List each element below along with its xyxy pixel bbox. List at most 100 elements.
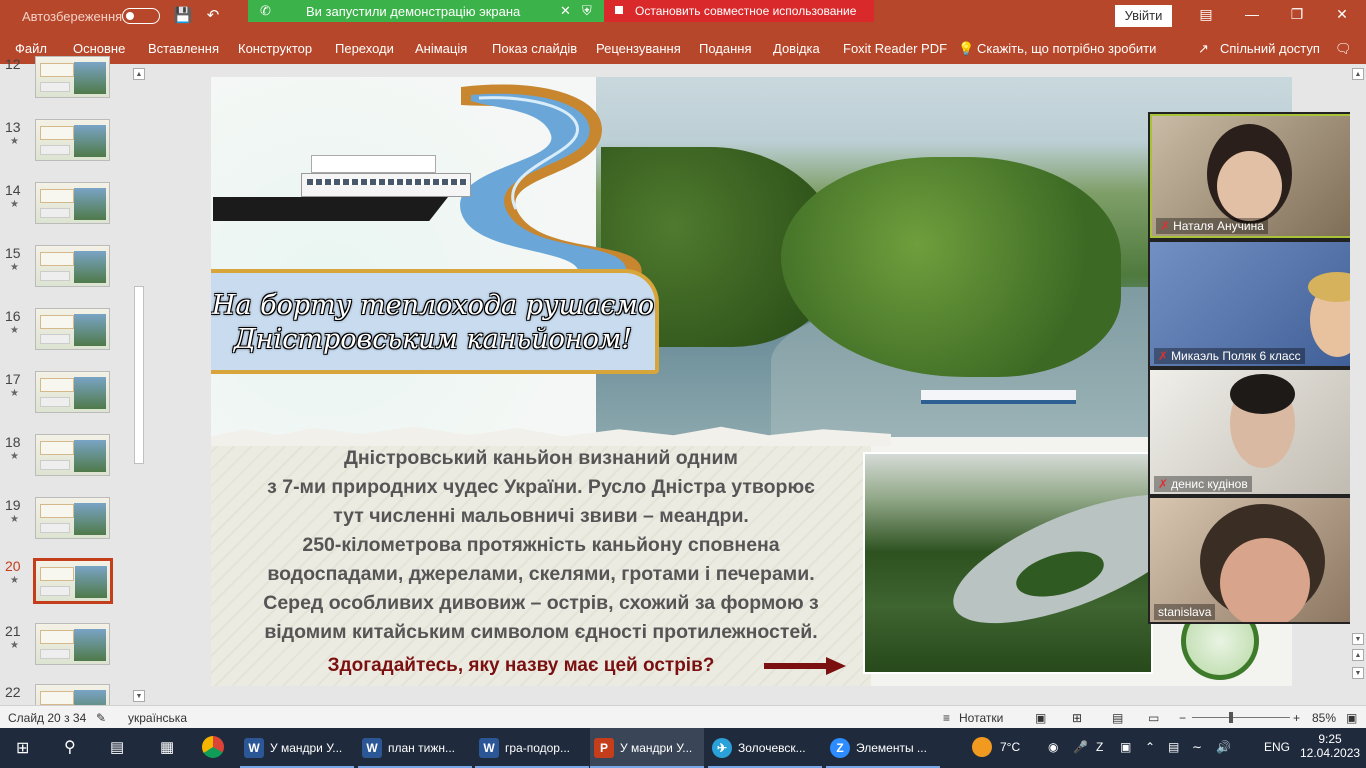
taskbar-item-word-1[interactable]: W У мандри У... [240,728,354,768]
tab-foxit[interactable]: Foxit Reader PDF [843,41,947,56]
calculator-icon[interactable]: ▦ [160,738,174,756]
slide-20[interactable]: На борту теплохода рушаємо Дністровським… [211,77,1292,686]
tab-slideshow[interactable]: Показ слайдів [492,41,577,56]
clock[interactable]: 9:25 12.04.2023 [1300,732,1360,760]
share-button[interactable]: Спільний доступ [1220,41,1320,56]
taskbar-item-zoom[interactable]: Z Элементы ... [826,728,940,768]
slide-thumbnail[interactable] [35,56,110,98]
participant-tile[interactable]: ✗ денис кудінов [1150,370,1362,494]
spellcheck-icon[interactable]: ✎ [96,711,106,725]
slide-thumb-17[interactable]: 17 ★ [0,371,130,421]
zoom-slider[interactable] [1192,717,1290,718]
autosave-toggle[interactable] [122,8,160,24]
ribbon-display-icon[interactable]: ▤ [1194,6,1218,26]
comments-icon[interactable]: 🗨 [1335,41,1352,57]
next-slide-icon[interactable]: ▼ [1352,667,1364,679]
search-icon[interactable]: ⚲ [64,737,76,757]
task-label: У мандри У... [620,741,693,755]
zoom-out-icon[interactable]: − [1179,711,1186,725]
slideshow-icon[interactable]: ▭ [1148,711,1159,725]
zoom-slider-thumb[interactable] [1229,712,1233,723]
taskbar-item-telegram[interactable]: ✈ Золочевск... [708,728,822,768]
slide-thumbnail[interactable] [33,558,113,604]
tab-view[interactable]: Подання [699,41,752,56]
stop-sharing-button[interactable]: Остановить совместное использование [604,0,874,22]
slide-thumb-12[interactable]: 12 [0,56,130,106]
microphone-icon[interactable]: 🎤 [1073,740,1088,754]
input-language[interactable]: ENG [1264,740,1290,754]
weather-temp[interactable]: 7°C [1000,740,1020,754]
normal-view-icon[interactable]: ▣ [1035,711,1046,725]
slide-thumbnail[interactable] [35,182,110,224]
undo-icon[interactable]: ↶ [202,6,224,26]
slides-scrollbar[interactable]: ▲ ▼ [131,66,147,702]
body-line: Серед особливих дивовиж – острів, схожий… [263,592,819,614]
reading-view-icon[interactable]: ▤ [1112,711,1123,725]
clock-date: 12.04.2023 [1300,746,1361,760]
slide-thumb-16[interactable]: 16 ★ [0,308,130,358]
participant-tile[interactable]: ✗ Микаэль Поляк 6 класс [1150,242,1362,366]
slide-thumbnail[interactable] [35,623,110,665]
scroll-down-icon[interactable]: ▼ [133,690,145,702]
scroll-up-icon[interactable]: ▲ [1352,68,1364,80]
taskbar-item-powerpoint[interactable]: P У мандри У... [590,728,704,768]
slide-thumbnail[interactable] [35,371,110,413]
question-text[interactable]: Здогадайтесь, яку назву має цей острів? [271,655,771,677]
zoom-in-icon[interactable]: + [1293,711,1300,725]
slide-thumbnail[interactable] [35,434,110,476]
notes-button[interactable]: Нотатки [959,711,1003,725]
tab-file[interactable]: Файл [15,41,47,56]
signin-button[interactable]: Увійти [1115,5,1172,27]
tray-app-icon[interactable]: ▣ [1120,740,1131,754]
slide-thumb-19[interactable]: 19 ★ [0,497,130,547]
restore-icon[interactable]: ❐ [1285,6,1309,26]
zoom-tray-icon[interactable]: Z [1096,740,1103,754]
tray-expand-icon[interactable]: ⌃ [1145,740,1155,754]
scrollbar-thumb[interactable] [134,286,144,464]
tell-me-input[interactable]: Скажіть, що потрібно зробити [977,41,1156,56]
prev-slide-icon[interactable]: ▲ [1352,649,1364,661]
weather-icon[interactable] [972,737,992,757]
tab-home[interactable]: Основне [73,41,125,56]
tab-help[interactable]: Довідка [773,41,820,56]
tab-design[interactable]: Конструктор [238,41,312,56]
slide-sorter-icon[interactable]: ⊞ [1072,711,1082,725]
slide-thumbnail[interactable] [35,119,110,161]
taskbar-item-word-3[interactable]: Wгра-подор... [475,728,589,768]
tab-animations[interactable]: Анімація [415,41,467,56]
minimize-icon[interactable]: — [1240,6,1264,26]
save-icon[interactable]: 💾 [172,6,194,26]
slide-thumb-15[interactable]: 15 ★ [0,245,130,295]
chrome-icon[interactable] [202,736,224,758]
slide-thumb-21[interactable]: 21 ★ [0,623,130,673]
mic-off-icon[interactable]: ✕ [560,3,571,19]
tab-transitions[interactable]: Переходи [335,41,394,56]
scroll-down-icon[interactable]: ▼ [1352,633,1364,645]
task-view-icon[interactable]: ▤ [110,738,124,756]
zoom-level[interactable]: 85% [1312,711,1336,725]
tab-insert[interactable]: Вставлення [148,41,219,56]
wifi-icon[interactable]: ∼ [1192,740,1202,754]
participant-tile[interactable]: stanislava [1150,498,1362,622]
language-indicator[interactable]: українська [128,711,187,725]
slide-body-text[interactable]: Дністровський каньйон визнаний одним з 7… [221,444,861,647]
slide-thumb-13[interactable]: 13 ★ [0,119,130,169]
slide-thumb-20[interactable]: 20 ★ [0,558,130,608]
slide-scrollbar[interactable]: ▲ ▼ ▲ ▼ [1350,64,1366,705]
slide-thumbnail[interactable] [35,308,110,350]
tab-review[interactable]: Рецензування [596,41,681,56]
windows-start-icon[interactable]: ⊞ [16,738,29,758]
volume-icon[interactable]: 🔊 [1216,740,1231,754]
fit-slide-icon[interactable]: ▣ [1346,711,1357,725]
slide-number: 18 [5,434,21,450]
taskbar-item-word-2[interactable]: Wплан тижн... [358,728,472,768]
chrome-tray-icon[interactable]: ◉ [1048,740,1058,754]
scroll-up-icon[interactable]: ▲ [133,68,145,80]
slide-thumbnail[interactable] [35,245,110,287]
close-icon[interactable]: ✕ [1330,6,1354,26]
participant-tile[interactable]: ✗ Наталя Анучина [1150,114,1362,238]
slide-thumbnail[interactable] [35,497,110,539]
slide-thumb-14[interactable]: 14 ★ [0,182,130,232]
network-icon[interactable]: ▤ [1168,740,1179,754]
slide-thumb-18[interactable]: 18 ★ [0,434,130,484]
